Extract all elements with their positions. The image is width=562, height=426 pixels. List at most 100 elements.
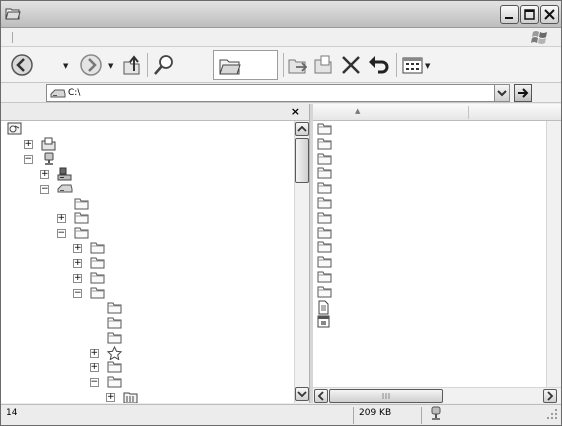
forward-dropdown-icon[interactable]: ▼ bbox=[108, 62, 113, 70]
address-bar: C:\ bbox=[1, 83, 561, 103]
toggle-glyph: + bbox=[41, 168, 49, 179]
expand-toggle[interactable]: + bbox=[56, 213, 66, 224]
expand-toggle[interactable]: + bbox=[106, 392, 115, 403]
column-divider[interactable] bbox=[468, 106, 469, 119]
list-item[interactable] bbox=[317, 300, 333, 315]
tree-node[interactable]: + bbox=[89, 345, 130, 361]
horizontal-scroll-thumb[interactable] bbox=[329, 389, 443, 403]
toggle-glyph: + bbox=[107, 392, 115, 403]
list-item[interactable] bbox=[317, 166, 333, 181]
views-dropdown-icon[interactable]: ▼ bbox=[425, 62, 430, 70]
tree-node[interactable]: + bbox=[73, 241, 113, 256]
expand-toggle[interactable]: + bbox=[89, 348, 99, 358]
collapse-toggle[interactable]: − bbox=[23, 154, 33, 164]
copy-to-button[interactable] bbox=[313, 52, 335, 78]
expand-toggle[interactable]: + bbox=[40, 168, 49, 179]
folder-icon bbox=[107, 301, 122, 317]
collapse-toggle[interactable]: − bbox=[89, 377, 99, 388]
scroll-up-button[interactable] bbox=[295, 122, 309, 136]
list-item[interactable] bbox=[317, 226, 333, 241]
close-button[interactable] bbox=[540, 5, 559, 24]
chevron-up-icon bbox=[297, 125, 307, 132]
list-item[interactable] bbox=[317, 314, 333, 329]
go-button[interactable] bbox=[514, 84, 532, 102]
scroll-right-button[interactable] bbox=[543, 389, 557, 403]
toggle-glyph: + bbox=[90, 362, 99, 373]
collapse-toggle[interactable]: − bbox=[40, 184, 49, 194]
list-item[interactable] bbox=[317, 285, 333, 300]
tree-node[interactable]: − bbox=[56, 226, 97, 241]
toggle-glyph: + bbox=[74, 243, 82, 254]
folder-icon bbox=[107, 360, 122, 376]
list-item[interactable] bbox=[317, 240, 333, 255]
tree-node[interactable]: − bbox=[40, 182, 80, 197]
list-item[interactable] bbox=[317, 211, 333, 226]
list-horizontal-scrollbar[interactable] bbox=[313, 387, 561, 403]
tree-node[interactable] bbox=[57, 197, 97, 212]
folder-icon bbox=[74, 197, 89, 213]
address-dropdown-button[interactable] bbox=[494, 85, 509, 101]
collapse-toggle[interactable]: − bbox=[73, 288, 82, 298]
title-bar[interactable] bbox=[1, 1, 561, 28]
list-item[interactable] bbox=[317, 152, 333, 167]
toolbar-separator bbox=[147, 53, 148, 77]
expand-toggle[interactable]: + bbox=[89, 362, 99, 373]
list-item[interactable] bbox=[317, 270, 333, 285]
tree-node[interactable]: − bbox=[73, 286, 113, 301]
list-item[interactable] bbox=[317, 181, 333, 196]
scroll-thumb[interactable] bbox=[295, 138, 309, 183]
list-header[interactable]: ▲ bbox=[313, 104, 561, 121]
views-button[interactable] bbox=[401, 52, 425, 78]
back-button[interactable] bbox=[9, 52, 35, 78]
tree-node[interactable] bbox=[90, 301, 130, 316]
menu-separator bbox=[12, 32, 13, 43]
list-item[interactable] bbox=[317, 122, 333, 137]
expand-toggle[interactable]: + bbox=[73, 258, 82, 269]
views-icon bbox=[402, 57, 423, 74]
tree-node[interactable] bbox=[7, 122, 47, 137]
address-value[interactable]: C:\ bbox=[68, 88, 80, 98]
tree-node[interactable]: + bbox=[73, 256, 113, 271]
expand-toggle[interactable]: + bbox=[73, 273, 82, 283]
list-item[interactable] bbox=[317, 196, 333, 211]
minimize-button[interactable] bbox=[500, 5, 519, 24]
tree-node[interactable]: + bbox=[23, 137, 64, 152]
forward-button[interactable] bbox=[78, 52, 104, 78]
undo-button[interactable] bbox=[367, 52, 391, 78]
tree-node[interactable]: + bbox=[56, 211, 97, 226]
tree-node[interactable]: + bbox=[89, 360, 130, 376]
tree-node[interactable] bbox=[90, 331, 130, 346]
collapse-toggle[interactable]: − bbox=[56, 228, 66, 239]
toolbar: ▼ ▼ ▼ bbox=[1, 47, 561, 83]
tree-node[interactable]: + bbox=[40, 167, 80, 182]
tree-node[interactable]: + bbox=[73, 271, 113, 286]
tree-vertical-scrollbar[interactable] bbox=[294, 121, 309, 403]
address-field[interactable]: C:\ bbox=[46, 84, 510, 102]
delete-button[interactable] bbox=[340, 52, 362, 78]
pane-close-button[interactable]: × bbox=[291, 105, 300, 118]
tree-node[interactable]: + bbox=[106, 390, 146, 403]
search-button[interactable] bbox=[151, 52, 177, 78]
tree-node[interactable] bbox=[90, 316, 130, 331]
resize-grip-icon[interactable] bbox=[546, 408, 558, 423]
move-to-button[interactable] bbox=[287, 52, 309, 78]
grip-icon bbox=[382, 393, 390, 399]
expand-toggle[interactable]: + bbox=[73, 243, 82, 254]
maximize-button[interactable] bbox=[520, 5, 539, 24]
scroll-down-button[interactable] bbox=[295, 387, 309, 401]
expand-toggle[interactable]: + bbox=[23, 139, 33, 149]
toggle-glyph: + bbox=[74, 258, 82, 269]
close-icon bbox=[544, 9, 555, 20]
back-dropdown-icon[interactable]: ▼ bbox=[63, 62, 68, 70]
maximize-icon bbox=[524, 9, 535, 20]
scroll-left-button[interactable] bbox=[314, 389, 328, 403]
list-item[interactable] bbox=[317, 137, 333, 152]
toolbar-separator bbox=[396, 53, 397, 77]
folders-button[interactable] bbox=[213, 50, 278, 80]
up-button[interactable] bbox=[119, 52, 145, 78]
list-item[interactable] bbox=[317, 255, 333, 270]
list-vertical-scrollbar[interactable] bbox=[546, 121, 561, 387]
tree-node[interactable]: − bbox=[23, 152, 64, 167]
tree-node[interactable]: − bbox=[89, 375, 130, 390]
folder-icon bbox=[90, 271, 105, 287]
